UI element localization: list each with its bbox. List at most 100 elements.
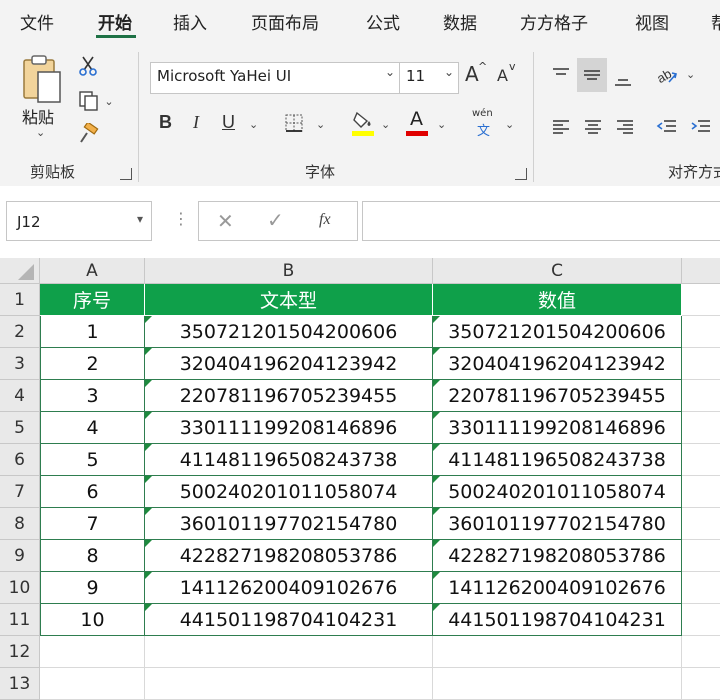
empty-cell[interactable]: [433, 668, 682, 700]
select-all-corner[interactable]: [0, 258, 40, 284]
phonetic-guide-button[interactable]: wén 文: [470, 106, 498, 139]
table-cell[interactable]: 330111199208146896: [145, 412, 433, 444]
underline-dropdown-icon[interactable]: ⌄: [249, 118, 258, 131]
empty-cell[interactable]: [433, 636, 682, 668]
table-cell[interactable]: 360101197702154780: [145, 508, 433, 540]
fill-color-button[interactable]: [350, 108, 376, 136]
table-cell[interactable]: 4: [40, 412, 145, 444]
table-cell[interactable]: 350721201504200606: [433, 316, 682, 348]
formula-input[interactable]: [362, 201, 720, 241]
row-header-1[interactable]: 1: [0, 284, 40, 316]
empty-cell[interactable]: [682, 604, 720, 636]
column-header-d[interactable]: [682, 258, 720, 284]
table-cell[interactable]: 3: [40, 380, 145, 412]
column-header-a[interactable]: A: [40, 258, 145, 284]
row-header-9[interactable]: 9: [0, 540, 40, 572]
decrease-indent-button[interactable]: [654, 114, 680, 140]
empty-cell[interactable]: [682, 316, 720, 348]
empty-cell[interactable]: [682, 284, 720, 316]
table-cell[interactable]: 500240201011058074: [145, 476, 433, 508]
tab-fangfang-gezi[interactable]: 方方格子: [520, 9, 588, 34]
table-cell[interactable]: 141126200409102676: [433, 572, 682, 604]
table-cell[interactable]: 422827198208053786: [145, 540, 433, 572]
table-cell[interactable]: 5: [40, 444, 145, 476]
cut-button[interactable]: [76, 54, 100, 78]
clipboard-launcher-icon[interactable]: [120, 168, 132, 180]
tab-formulas[interactable]: 公式: [366, 9, 400, 34]
header-cell[interactable]: 文本型: [145, 284, 433, 316]
row-header-6[interactable]: 6: [0, 444, 40, 476]
row-header-12[interactable]: 12: [0, 636, 40, 668]
table-cell[interactable]: 320404196204123942: [433, 348, 682, 380]
empty-cell[interactable]: [682, 508, 720, 540]
table-cell[interactable]: 360101197702154780: [433, 508, 682, 540]
align-right-button[interactable]: [612, 114, 638, 140]
font-color-button[interactable]: A: [404, 108, 430, 136]
table-cell[interactable]: 320404196204123942: [145, 348, 433, 380]
table-cell[interactable]: 10: [40, 604, 145, 636]
empty-cell[interactable]: [682, 540, 720, 572]
orientation-button[interactable]: ab: [654, 62, 680, 88]
row-header-8[interactable]: 8: [0, 508, 40, 540]
empty-cell[interactable]: [682, 444, 720, 476]
format-painter-button[interactable]: [76, 122, 100, 146]
header-cell[interactable]: 数值: [433, 284, 682, 316]
tab-view[interactable]: 视图: [635, 9, 669, 34]
table-cell[interactable]: 441501198704104231: [433, 604, 682, 636]
table-cell[interactable]: 6: [40, 476, 145, 508]
tab-file[interactable]: 文件: [20, 9, 54, 34]
row-header-4[interactable]: 4: [0, 380, 40, 412]
phonetic-dropdown-icon[interactable]: ⌄: [505, 118, 514, 131]
underline-button[interactable]: U: [222, 112, 235, 133]
table-cell[interactable]: 7: [40, 508, 145, 540]
orientation-dropdown-icon[interactable]: ⌄: [686, 68, 695, 81]
table-cell[interactable]: 9: [40, 572, 145, 604]
empty-cell[interactable]: [145, 636, 433, 668]
column-header-b[interactable]: B: [145, 258, 433, 284]
table-cell[interactable]: 1: [40, 316, 145, 348]
shrink-font-button[interactable]: A: [497, 66, 508, 85]
insert-function-icon[interactable]: fx: [319, 211, 331, 229]
font-name-select[interactable]: Microsoft YaHei UI ⌄: [150, 62, 400, 94]
table-cell[interactable]: 350721201504200606: [145, 316, 433, 348]
table-cell[interactable]: 220781196705239455: [433, 380, 682, 412]
table-cell[interactable]: 411481196508243738: [145, 444, 433, 476]
header-cell[interactable]: 序号: [40, 284, 145, 316]
tab-home[interactable]: 开始: [98, 9, 132, 34]
bold-button[interactable]: B: [159, 112, 172, 133]
row-header-5[interactable]: 5: [0, 412, 40, 444]
tab-help[interactable]: 帮: [711, 9, 720, 34]
empty-cell[interactable]: [682, 636, 720, 668]
table-cell[interactable]: 8: [40, 540, 145, 572]
tab-page-layout[interactable]: 页面布局: [251, 9, 319, 34]
empty-cell[interactable]: [682, 668, 720, 700]
row-header-11[interactable]: 11: [0, 604, 40, 636]
font-size-select[interactable]: 11 ⌄: [399, 62, 459, 94]
copy-button[interactable]: ⌄: [74, 88, 118, 114]
column-header-c[interactable]: C: [433, 258, 682, 284]
row-header-13[interactable]: 13: [0, 668, 40, 700]
row-header-3[interactable]: 3: [0, 348, 40, 380]
font-launcher-icon[interactable]: [515, 168, 527, 180]
increase-indent-button[interactable]: [688, 114, 714, 140]
align-middle-button[interactable]: [577, 58, 607, 92]
italic-button[interactable]: I: [193, 112, 199, 133]
empty-cell[interactable]: [682, 476, 720, 508]
row-header-10[interactable]: 10: [0, 572, 40, 604]
table-cell[interactable]: 141126200409102676: [145, 572, 433, 604]
table-cell[interactable]: 2: [40, 348, 145, 380]
table-cell[interactable]: 330111199208146896: [433, 412, 682, 444]
empty-cell[interactable]: [145, 668, 433, 700]
table-cell[interactable]: 411481196508243738: [433, 444, 682, 476]
empty-cell[interactable]: [40, 668, 145, 700]
table-cell[interactable]: 422827198208053786: [433, 540, 682, 572]
align-left-button[interactable]: [548, 114, 574, 140]
fill-color-dropdown-icon[interactable]: ⌄: [381, 118, 390, 131]
tab-data[interactable]: 数据: [443, 9, 477, 34]
cancel-icon[interactable]: ✕: [217, 209, 234, 233]
empty-cell[interactable]: [682, 348, 720, 380]
align-bottom-button[interactable]: [610, 66, 636, 92]
empty-cell[interactable]: [40, 636, 145, 668]
empty-cell[interactable]: [682, 572, 720, 604]
empty-cell[interactable]: [682, 380, 720, 412]
